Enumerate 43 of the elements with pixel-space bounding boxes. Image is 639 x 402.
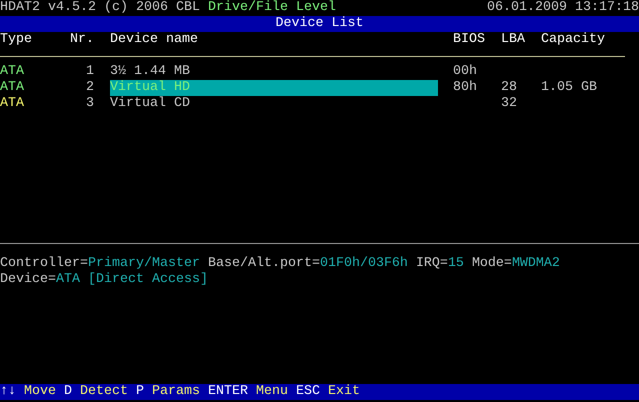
device-number: 2 (85, 80, 94, 96)
info-label: Controller= (0, 256, 88, 271)
device-type: ATA (0, 80, 25, 96)
info-value: Primary/Master (88, 256, 200, 271)
info-value: 15 (448, 256, 464, 271)
column-header: Nr. (70, 32, 94, 48)
shortcut-action: Exit (328, 384, 360, 399)
info-value: ATA [Direct Access] (56, 272, 208, 287)
date-time: 06.01.2009 13:17:18 (487, 0, 639, 16)
bios-cell-text: 80h (453, 80, 478, 96)
device-number: 1 (85, 64, 94, 80)
bios-cell-text: 00h (453, 64, 478, 80)
lba-cell-text: 28 (501, 80, 518, 96)
level-title: Drive/File Level (208, 0, 336, 15)
shortcut-action: Params (152, 384, 200, 399)
column-header: BIOS (453, 32, 486, 48)
device-type: ATA (0, 96, 25, 112)
info-value: MWDMA2 (512, 256, 560, 271)
device-number: 3 (85, 96, 94, 112)
panel-title-bar: Device List (0, 16, 639, 32)
program-title: HDAT2 v4.5.2 (c) 2006 CBL (0, 0, 200, 15)
column-header: Capacity (541, 32, 606, 48)
device-name[interactable]: 3½ 1.44 MB (110, 64, 438, 80)
lba-cell-text: 32 (501, 96, 518, 112)
shortcut-action: Move (24, 384, 56, 399)
column-header: Device name (110, 32, 199, 48)
shortcut-key: ↑↓ (0, 384, 16, 399)
column-header: Type (0, 32, 33, 48)
shortcut-key: ESC (296, 384, 320, 399)
info-label: Base/Alt.port= (208, 256, 320, 271)
info-value: 01F0h/03F6h (320, 256, 408, 271)
info-label: IRQ= (416, 256, 448, 271)
column-header: LBA (501, 32, 526, 48)
shortcut-action: Detect (80, 384, 128, 399)
shortcut-key: D (64, 384, 72, 399)
device-name[interactable]: Virtual CD (110, 96, 438, 112)
shortcut-key: ENTER (208, 384, 248, 399)
shortcut-key: P (136, 384, 144, 399)
device-type: ATA (0, 64, 25, 80)
shortcut-action: Menu (256, 384, 288, 399)
info-label: Device= (0, 272, 56, 287)
info-label: Mode= (472, 256, 512, 271)
capacity-cell-text: 1.05 GB (541, 80, 598, 96)
